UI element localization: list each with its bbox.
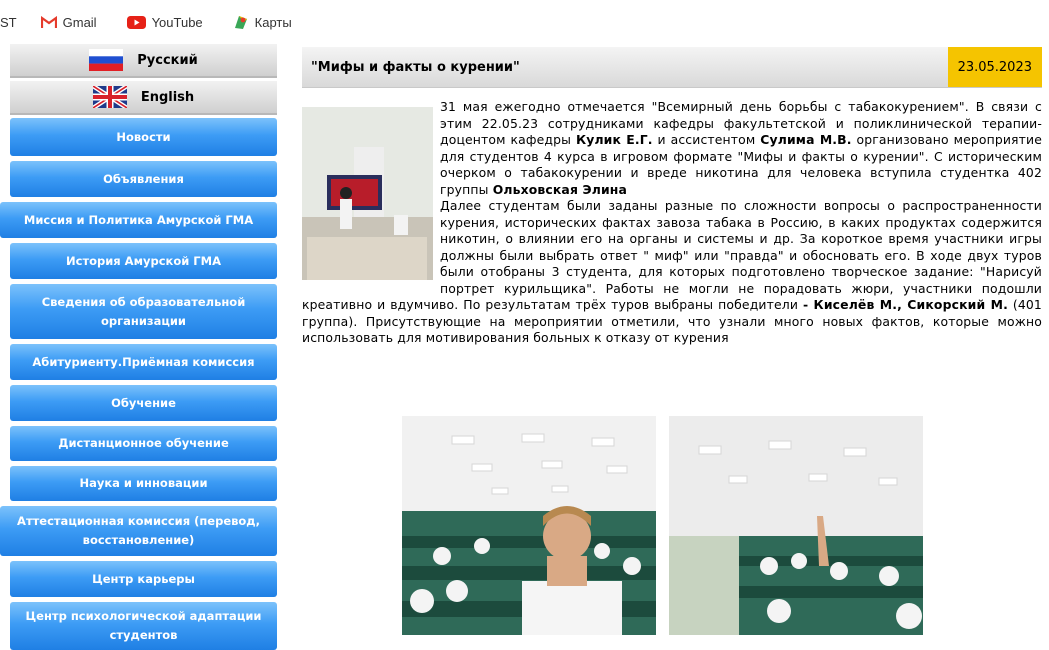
nav-item-history[interactable]: История Амурской ГМА — [10, 243, 277, 279]
article-p1-part: и ассистентом — [652, 132, 761, 147]
nav-item-science[interactable]: Наука и инновации — [10, 466, 277, 501]
nav-label: Центр психологической адаптации студенто… — [25, 609, 262, 642]
nav-item-admission[interactable]: Абитуриенту.Приёмная комиссия — [10, 344, 277, 380]
nav-item-distance-learning[interactable]: Дистанционное обучение — [10, 426, 277, 461]
article-header: "Мифы и факты о курении" 23.05.2023 — [302, 47, 1042, 88]
bookmarks-bar: ST Gmail YouTube Карты — [0, 0, 1049, 44]
bookmark-gmail-label: Gmail — [62, 14, 97, 30]
bookmark-youtube[interactable]: YouTube — [126, 14, 203, 30]
nav-label: Обучение — [111, 395, 176, 410]
bookmark-maps[interactable]: Карты — [233, 14, 292, 30]
nav-label: Центр карьеры — [92, 571, 195, 586]
nav-item-attestation[interactable]: Аттестационная комиссия (перевод, восста… — [0, 506, 277, 556]
gallery-photo-2[interactable] — [669, 416, 923, 635]
bookmark-maps-label: Карты — [254, 14, 292, 30]
nav-label: История Амурской ГМА — [66, 253, 221, 268]
nav-item-news[interactable]: Новости — [10, 118, 277, 156]
gallery-photo-1[interactable] — [402, 416, 656, 635]
nav-label: Объявления — [103, 171, 184, 186]
sidebar: Русский English Новости Объявления Мисси… — [0, 44, 277, 650]
language-russian-button[interactable]: Русский — [10, 44, 277, 78]
uk-flag-icon — [92, 86, 127, 108]
russia-flag-icon — [89, 49, 124, 71]
article-p2-winners: - Киселёв М., Сикорский М. — [802, 297, 1008, 312]
nav-label: Аттестационная комиссия (перевод, восста… — [17, 514, 260, 547]
language-english-label: English — [140, 89, 195, 105]
article-p1-name: Кулик Е.Г. — [575, 132, 653, 147]
bookmark-partial[interactable]: ST — [0, 15, 17, 30]
article-body: 31 мая ежегодно отмечается "Всемирный де… — [302, 99, 1042, 347]
nav-label: Сведения об образовательной организации — [41, 294, 246, 328]
nav-label: Миссия и Политика Амурской ГМА — [23, 212, 254, 227]
youtube-icon — [126, 15, 146, 29]
article-date: 23.05.2023 — [947, 47, 1042, 87]
nav-item-education[interactable]: Обучение — [10, 385, 277, 421]
nav-item-mission[interactable]: Миссия и Политика Амурской ГМА — [0, 202, 277, 238]
nav-item-career-center[interactable]: Центр карьеры — [10, 561, 277, 597]
bookmark-gmail[interactable]: Gmail — [40, 14, 97, 30]
article-p1-name: Сулима М.В. — [760, 132, 852, 147]
language-russian-label: Русский — [137, 52, 198, 68]
nav-item-announcements[interactable]: Объявления — [10, 161, 277, 197]
nav-label: Новости — [116, 129, 171, 144]
article-p1-name: Ольховская Элина — [492, 181, 628, 197]
language-english-button[interactable]: English — [10, 81, 277, 115]
bookmark-youtube-label: YouTube — [151, 14, 203, 30]
article-title: "Мифы и факты о курении" — [311, 59, 520, 75]
nav-label: Дистанционное обучение — [58, 436, 229, 450]
maps-icon — [233, 14, 249, 30]
nav-label: Наука и инновации — [79, 476, 208, 490]
nav-item-psych-adaptation[interactable]: Центр психологической адаптации студенто… — [10, 602, 277, 650]
gmail-icon — [40, 15, 57, 29]
nav-item-organization-info[interactable]: Сведения об образовательной организации — [10, 284, 277, 339]
article-thumbnail-photo[interactable] — [302, 107, 433, 280]
bookmark-partial-label: ST — [0, 14, 17, 30]
article: "Мифы и факты о курении" 23.05.2023 31 м… — [302, 47, 1042, 347]
nav-label: Абитуриенту.Приёмная комиссия — [32, 354, 255, 369]
